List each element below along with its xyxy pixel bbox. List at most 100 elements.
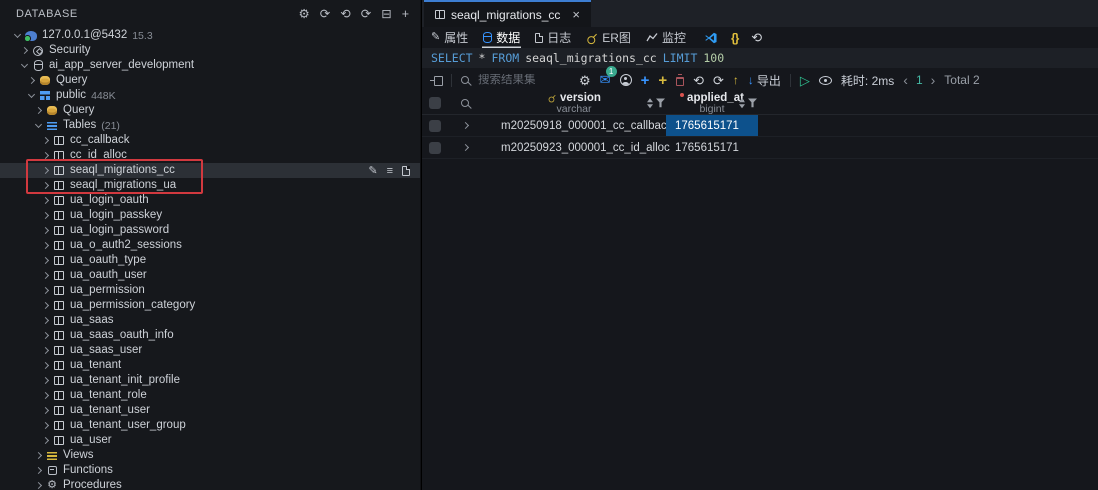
chevron-down-icon[interactable] [21,61,28,68]
chevron-right-icon[interactable] [42,347,49,354]
next-page-icon[interactable]: › [931,72,936,88]
filter-icon[interactable] [656,99,665,108]
chevron-right-icon[interactable] [42,257,49,264]
chevron-right-icon[interactable] [42,407,49,414]
chevron-right-icon[interactable] [42,437,49,444]
settings-icon[interactable]: ⚙ [299,8,310,21]
tree-item-tables[interactable]: Tables(21) [0,118,420,133]
tab-logs[interactable]: 日志 [534,27,572,48]
tree-item-ua-permission[interactable]: ua_permission [0,283,420,298]
search-input[interactable] [478,74,570,86]
chevron-right-icon[interactable] [42,317,49,324]
run-icon[interactable]: ▷ [800,74,810,87]
chevron-right-icon[interactable] [42,137,49,144]
chevron-right-icon[interactable] [35,452,42,459]
chevron-right-icon[interactable] [42,287,49,294]
tab-seaql-migrations-cc[interactable]: seaql_migrations_cc × [424,0,591,27]
tree-item-functions[interactable]: Functions [0,463,420,478]
close-icon[interactable]: × [572,7,580,22]
tree-item-ua-oauth-user[interactable]: ua_oauth_user [0,268,420,283]
tree-item-ua-saas-oauth-info[interactable]: ua_saas_oauth_info [0,328,420,343]
tab-er-diagram[interactable]: ER图 [585,27,632,48]
chevron-right-icon[interactable] [35,467,42,474]
refresh-results-icon[interactable]: ⟳ [713,74,724,87]
tree-item-query[interactable]: Query [0,103,420,118]
tree-item-ua-saas-user[interactable]: ua_saas_user [0,343,420,358]
chevron-right-icon[interactable] [461,122,468,129]
chevron-right-icon[interactable] [42,362,49,369]
chevron-right-icon[interactable] [35,482,42,489]
tree-item-ua-o-auth2-sessions[interactable]: ua_o_auth2_sessions [0,238,420,253]
export-button[interactable]: ↓ 导出 [748,72,781,89]
tree-item-query[interactable]: Query [0,73,420,88]
row-checkbox[interactable] [429,120,441,132]
user-icon[interactable] [620,74,632,86]
tree-item-ua-tenant-user[interactable]: ua_tenant_user [0,403,420,418]
tree-item-ua-login-passkey[interactable]: ua_login_passkey [0,208,420,223]
tree-item-ua-oauth-type[interactable]: ua_oauth_type [0,253,420,268]
chevron-down-icon[interactable] [28,91,35,98]
copy-icon[interactable] [402,166,410,176]
column-header-version[interactable]: version varchar [482,93,666,114]
chevron-right-icon[interactable] [28,77,35,84]
tree-item-ai-app-server-development[interactable]: ai_app_server_development [0,58,420,73]
sql-history-icon[interactable]: ⟲ [751,31,762,44]
tree-item-seaql-migrations-ua[interactable]: seaql_migrations_ua [0,178,420,193]
tree-item-ua-user[interactable]: ua_user [0,433,420,448]
row-search-icon[interactable] [461,99,469,107]
row-checkbox[interactable] [429,142,441,154]
reload-icon[interactable]: ⟳ [361,8,371,21]
edit-icon[interactable]: ✎ [368,164,377,177]
chevron-down-icon[interactable] [14,31,21,38]
tree-item-procedures[interactable]: ⚙Procedures [0,478,420,490]
tree-item-views[interactable]: Views [0,448,420,463]
settings-icon[interactable]: ⚙ [579,74,591,87]
add-row-icon[interactable]: + [641,73,650,88]
chevron-right-icon[interactable] [42,197,49,204]
chevron-right-icon[interactable] [21,47,28,54]
rollback-icon[interactable]: ⟲ [693,74,704,87]
sort-icon[interactable] [739,98,745,108]
tree-item-ua-tenant-user-group[interactable]: ua_tenant_user_group [0,418,420,433]
mail-button[interactable]: ✉ 1 [600,72,611,88]
cell-version[interactable]: m20250923_000001_cc_id_alloc [482,142,666,154]
chevron-right-icon[interactable] [42,212,49,219]
preview-eye-icon[interactable] [819,76,832,85]
tree-item-127.0.0.1@5432[interactable]: 127.0.0.1@543215.3 [0,28,420,43]
menu-icon[interactable]: ≡ [387,165,393,177]
prev-page-icon[interactable]: ‹ [903,72,908,88]
tree-item-security[interactable]: Security [0,43,420,58]
tree-item-ua-saas[interactable]: ua_saas [0,313,420,328]
json-braces-icon[interactable]: {} [731,32,738,44]
tree-item-ua-tenant-init-profile[interactable]: ua_tenant_init_profile [0,373,420,388]
chevron-right-icon[interactable] [42,422,49,429]
chevron-right-icon[interactable] [42,302,49,309]
tree-item-ua-login-oauth[interactable]: ua_login_oauth [0,193,420,208]
tree-item-cc-callback[interactable]: cc_callback [0,133,420,148]
chevron-right-icon[interactable] [461,144,468,151]
sql-editor[interactable]: SELECT * FROM seaql_migrations_cc LIMIT … [422,48,1098,68]
tree-item-seaql-migrations-cc[interactable]: seaql_migrations_cc✎≡ [0,163,420,178]
chevron-right-icon[interactable] [42,167,49,174]
tab-data[interactable]: 数据 [482,27,521,48]
chevron-right-icon[interactable] [42,392,49,399]
cell-applied-at[interactable]: 1765615171 [666,115,758,136]
collapse-all-icon[interactable]: ⊟ [381,8,391,21]
tree-item-ua-tenant[interactable]: ua_tenant [0,358,420,373]
chevron-right-icon[interactable] [42,152,49,159]
chevron-right-icon[interactable] [42,377,49,384]
duplicate-row-icon[interactable]: + [658,73,667,88]
chevron-right-icon[interactable] [42,272,49,279]
chevron-down-icon[interactable] [35,121,42,128]
tree-item-public[interactable]: public448K [0,88,420,103]
cell-version[interactable]: m20250918_000001_cc_callback [482,120,666,132]
table-row[interactable]: m20250918_000001_cc_callback1765615171 [422,115,1098,137]
sort-icon[interactable] [647,98,653,108]
tab-monitor[interactable]: 监控 [645,27,687,48]
vscode-icon[interactable] [704,31,718,45]
column-header-applied-at[interactable]: applied_at bigint [666,93,758,114]
add-connection-icon[interactable]: + [402,8,409,21]
tree-item-ua-login-password[interactable]: ua_login_password [0,223,420,238]
history-icon[interactable]: ⟲ [340,8,350,21]
pin-icon[interactable] [430,75,442,85]
